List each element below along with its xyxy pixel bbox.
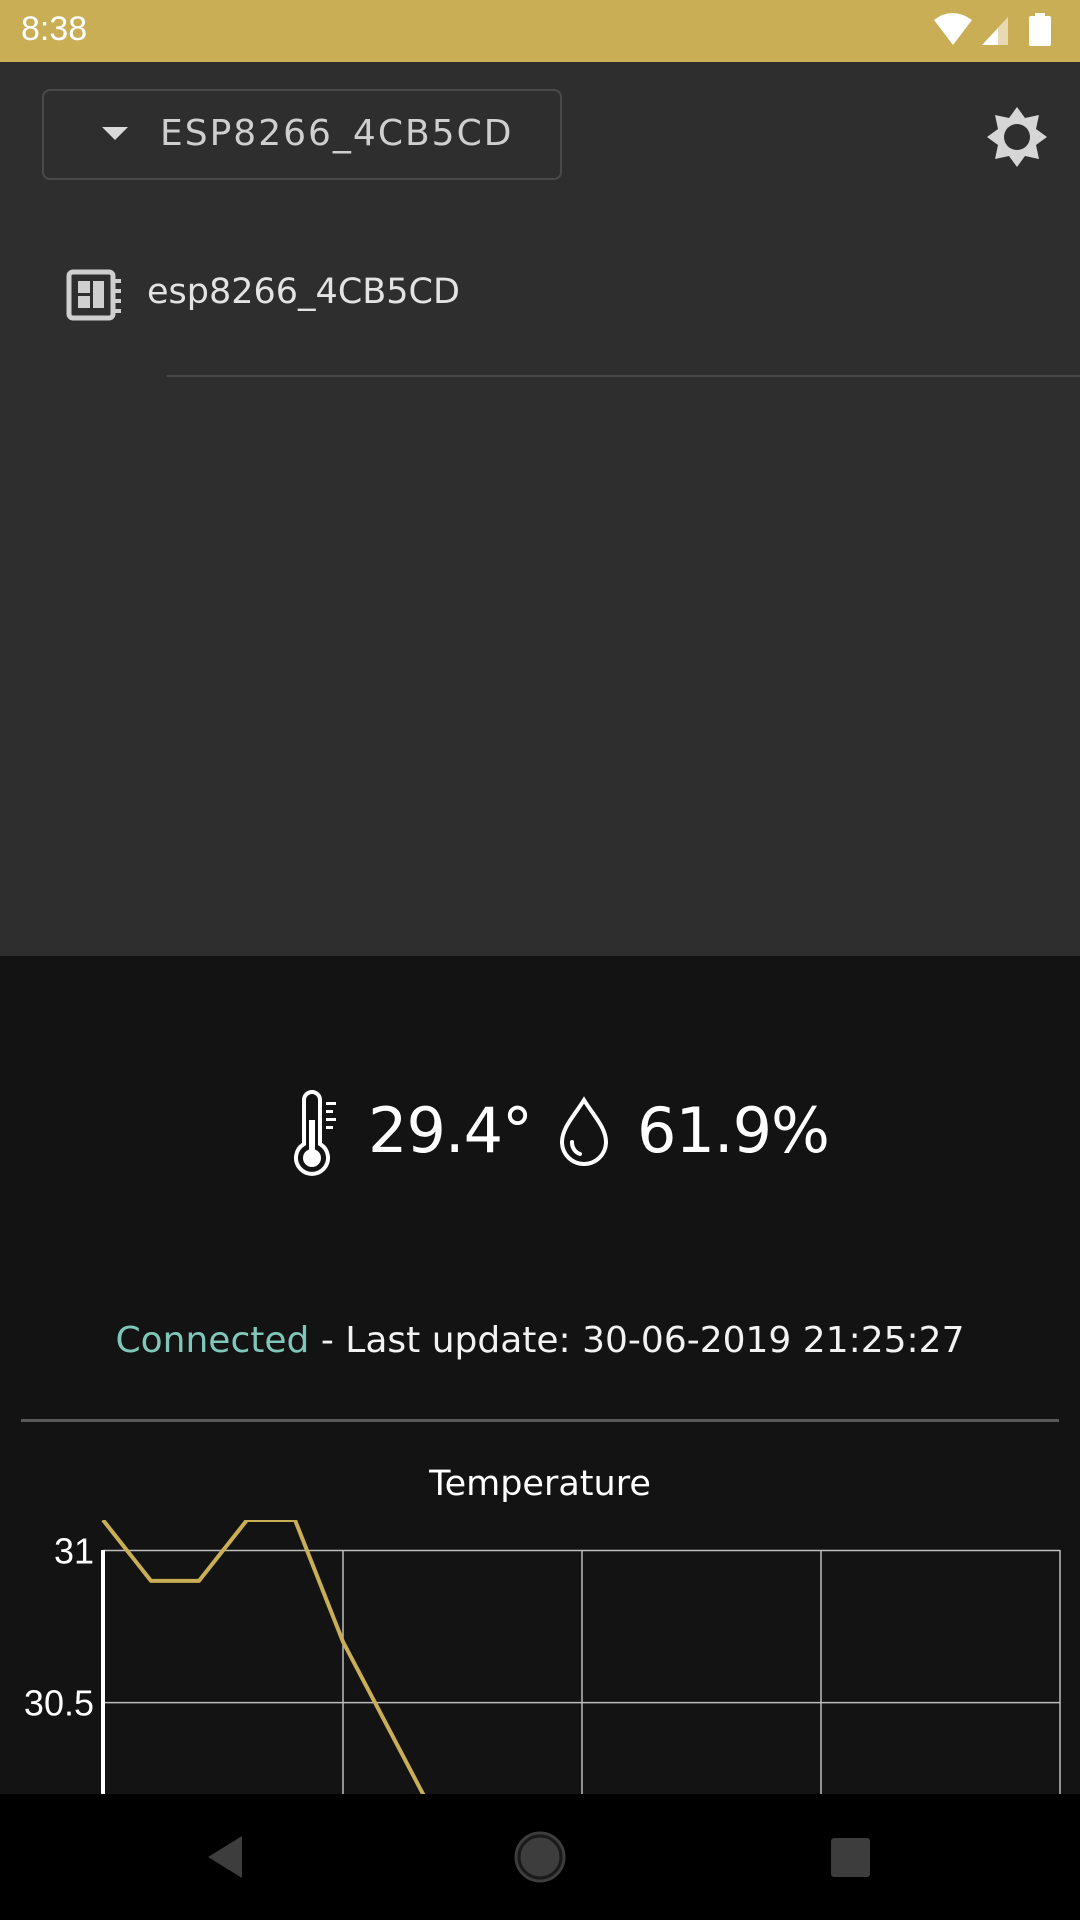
back-triangle-icon[interactable] bbox=[165, 1794, 285, 1920]
dropdown-selected-value: ESP8266_4CB5CD bbox=[160, 113, 514, 154]
humidity-value: 61.9% bbox=[637, 1094, 830, 1167]
thermometer-icon bbox=[294, 1090, 336, 1176]
connection-status: Connected - Last update: 30-06-2019 21:2… bbox=[0, 1320, 1080, 1361]
chart-title: Temperature bbox=[429, 1464, 651, 1504]
temperature-series-line bbox=[101, 1520, 426, 1794]
last-update-label: Last update: bbox=[345, 1320, 571, 1361]
wifi-icon bbox=[934, 13, 972, 45]
y-tick-label: 31 bbox=[54, 1530, 94, 1571]
status-time: 8:38 bbox=[21, 10, 88, 48]
chevron-down-icon bbox=[102, 127, 128, 140]
app-screen: 8:38 ESP8266_4CB5CD esp8266_4CB5CD 29.4°… bbox=[0, 0, 1080, 1920]
y-tick-label: 30.5 bbox=[24, 1683, 94, 1724]
connection-state: Connected bbox=[115, 1320, 310, 1361]
home-circle-icon[interactable] bbox=[480, 1794, 600, 1920]
humidity-drop-icon bbox=[559, 1096, 609, 1166]
device-name: esp8266_4CB5CD bbox=[147, 272, 460, 312]
navigation-bar bbox=[0, 1794, 1080, 1920]
last-update-value: 30-06-2019 21:25:27 bbox=[582, 1320, 965, 1361]
chip-icon bbox=[66, 269, 121, 321]
device-panel: ESP8266_4CB5CD esp8266_4CB5CD bbox=[0, 62, 1080, 956]
device-dropdown[interactable]: ESP8266_4CB5CD bbox=[42, 89, 562, 180]
temperature-value: 29.4° bbox=[368, 1094, 533, 1167]
battery-icon bbox=[1029, 13, 1051, 46]
status-icons bbox=[934, 13, 1051, 46]
list-divider bbox=[167, 375, 1080, 377]
brightness-gear-icon[interactable] bbox=[985, 105, 1049, 169]
status-separator: - bbox=[309, 1320, 346, 1361]
status-bar: 8:38 bbox=[0, 0, 1080, 62]
recents-square-icon[interactable] bbox=[790, 1794, 910, 1920]
chart-divider bbox=[21, 1419, 1059, 1422]
signal-icon bbox=[982, 17, 1008, 45]
temperature-chart: 31 30.5 bbox=[24, 1520, 1061, 1794]
device-list-item[interactable]: esp8266_4CB5CD bbox=[0, 260, 1080, 360]
sensor-readings: 29.4° 61.9% bbox=[0, 1080, 1080, 1180]
